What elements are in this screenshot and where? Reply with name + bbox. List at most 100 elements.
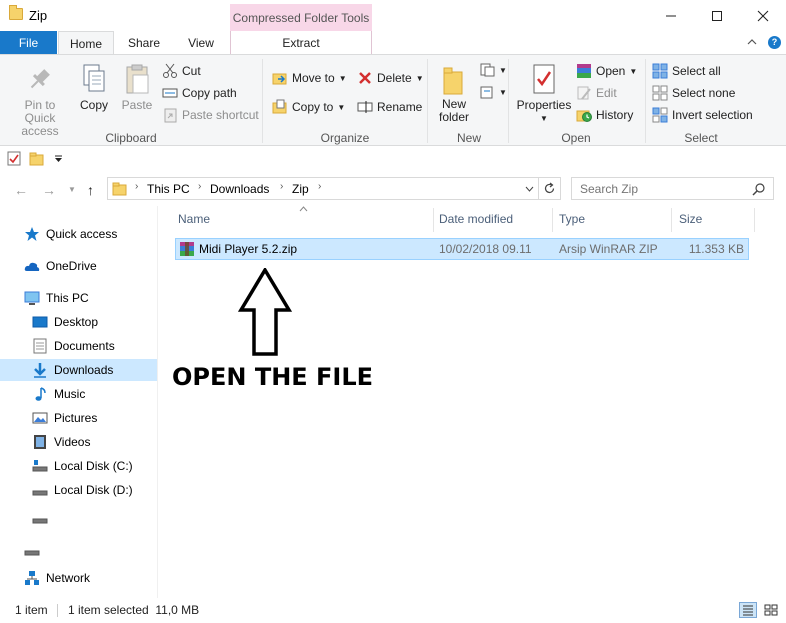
copy-path-button[interactable]: Copy path <box>162 84 237 102</box>
table-row[interactable]: Midi Player 5.2.zip 10/02/2018 09.11 Ars… <box>175 238 749 260</box>
nav-removable-drive[interactable] <box>32 507 54 529</box>
ribbon-separator <box>427 59 428 143</box>
maximize-icon <box>712 10 722 21</box>
nav-videos[interactable]: Videos <box>32 431 90 453</box>
new-folder-button[interactable]: New folder <box>433 63 475 124</box>
chevron-down-icon[interactable] <box>525 186 534 192</box>
maximize-button[interactable] <box>694 0 740 31</box>
customize-toolbar-icon[interactable] <box>54 155 63 163</box>
column-divider[interactable] <box>433 208 434 232</box>
nav-local-disk-c[interactable]: Local Disk (C:) <box>32 455 133 477</box>
column-divider[interactable] <box>552 208 553 232</box>
search-icon[interactable] <box>752 183 765 196</box>
column-header-type[interactable]: Type <box>559 212 585 226</box>
drive-icon <box>24 542 40 558</box>
chevron-down-icon: ▼ <box>338 73 347 83</box>
copy-to-button[interactable]: Copy to ▼ <box>272 98 345 116</box>
document-icon <box>32 338 48 354</box>
item-count: 1 item <box>15 603 48 617</box>
nav-this-pc[interactable]: This PC <box>24 287 89 309</box>
nav-pictures[interactable]: Pictures <box>32 407 97 429</box>
paste-label: Paste <box>121 98 153 112</box>
search-input[interactable] <box>571 177 774 200</box>
invert-selection-button[interactable]: Invert selection <box>652 106 753 124</box>
tab-file[interactable]: File <box>0 31 57 55</box>
properties-button[interactable]: Properties ▼ <box>515 63 573 125</box>
breadcrumb-separator-icon[interactable]: › <box>318 181 321 192</box>
back-arrow-icon[interactable]: ← <box>14 182 28 198</box>
breadcrumb-zip[interactable]: Zip <box>292 182 309 196</box>
close-icon <box>757 10 769 21</box>
open-group-label: Open <box>561 131 591 145</box>
large-icons-view-button[interactable] <box>762 602 780 618</box>
details-view-button[interactable] <box>739 602 757 618</box>
nav-desktop[interactable]: Desktop <box>32 311 98 333</box>
open-button[interactable]: Open ▼ <box>576 62 637 80</box>
forward-arrow-icon[interactable]: → <box>42 182 56 198</box>
ribbon-tabs: File Home Share View Extract <box>0 31 786 55</box>
nav-quick-access[interactable]: Quick access <box>24 223 117 245</box>
address-bar[interactable]: › This PC › Downloads › Zip › <box>107 177 561 200</box>
column-header-size[interactable]: Size <box>679 212 702 226</box>
close-button[interactable] <box>740 0 786 31</box>
history-button[interactable]: History <box>576 106 633 124</box>
history-label: History <box>596 108 634 122</box>
delete-button[interactable]: Delete ▼ <box>357 69 424 87</box>
select-none-button[interactable]: Select none <box>652 84 735 102</box>
paste-button[interactable]: Paste <box>118 63 156 112</box>
easy-access-button[interactable]: ▼ <box>479 83 507 101</box>
column-header-name[interactable]: Name <box>178 212 210 226</box>
column-header-date[interactable]: Date modified <box>439 212 513 226</box>
nav-label: Documents <box>54 339 115 353</box>
music-icon <box>32 386 48 402</box>
new-item-button[interactable]: ▼ <box>479 61 507 79</box>
paste-shortcut-label: Paste shortcut <box>182 108 259 122</box>
column-divider[interactable] <box>671 208 672 232</box>
drive-icon <box>32 458 48 474</box>
ribbon-separator <box>508 59 509 143</box>
rename-label: Rename <box>377 100 423 114</box>
nav-music[interactable]: Music <box>32 383 85 405</box>
file-name: Midi Player 5.2.zip <box>199 242 298 256</box>
pin-quick-access-button[interactable]: Pin to Quick access <box>4 65 76 138</box>
copy-button[interactable]: Copy <box>78 63 110 112</box>
nav-local-disk-d[interactable]: Local Disk (D:) <box>32 479 133 501</box>
tab-view[interactable]: View <box>176 31 226 55</box>
refresh-icon[interactable] <box>543 182 556 195</box>
cut-button[interactable]: Cut <box>162 62 201 80</box>
paste-shortcut-icon <box>162 107 178 123</box>
up-arrow-icon[interactable]: ↑ <box>87 182 94 198</box>
properties-icon[interactable] <box>7 151 21 166</box>
nav-downloads[interactable]: Downloads <box>0 359 157 381</box>
move-to-button[interactable]: Move to ▼ <box>272 69 347 87</box>
paste-shortcut-button[interactable]: Paste shortcut <box>162 106 259 124</box>
help-icon[interactable]: ? <box>768 36 781 49</box>
breadcrumb-separator-icon[interactable]: › <box>280 181 283 192</box>
tab-share[interactable]: Share <box>118 31 170 55</box>
nav-network[interactable]: Network <box>24 567 90 589</box>
breadcrumb-separator-icon[interactable]: › <box>198 181 201 192</box>
recent-locations-icon[interactable]: ▼ <box>68 185 76 194</box>
rename-button[interactable]: Rename <box>357 98 422 116</box>
nav-label: This PC <box>46 291 89 305</box>
breadcrumb-separator-icon[interactable]: › <box>135 181 138 192</box>
minimize-button[interactable] <box>648 0 694 31</box>
nav-documents[interactable]: Documents <box>32 335 115 357</box>
select-all-button[interactable]: Select all <box>652 62 721 80</box>
select-all-label: Select all <box>672 64 721 78</box>
breadcrumb-this-pc[interactable]: This PC <box>147 182 190 196</box>
pictures-icon <box>32 410 48 426</box>
nav-label: Desktop <box>54 315 99 329</box>
move-to-icon <box>272 70 288 86</box>
collapse-ribbon-icon[interactable] <box>747 38 757 46</box>
edit-button[interactable]: Edit <box>576 84 617 102</box>
properties-label: Properties <box>516 98 572 112</box>
tab-home[interactable]: Home <box>58 31 114 55</box>
quick-access-toolbar <box>0 147 786 171</box>
nav-onedrive[interactable]: OneDrive <box>24 255 97 277</box>
column-divider[interactable] <box>754 208 755 232</box>
nav-network-drive[interactable] <box>24 539 46 561</box>
tab-extract[interactable]: Extract <box>230 31 372 55</box>
breadcrumb-downloads[interactable]: Downloads <box>210 182 269 196</box>
new-folder-icon[interactable] <box>29 151 44 166</box>
